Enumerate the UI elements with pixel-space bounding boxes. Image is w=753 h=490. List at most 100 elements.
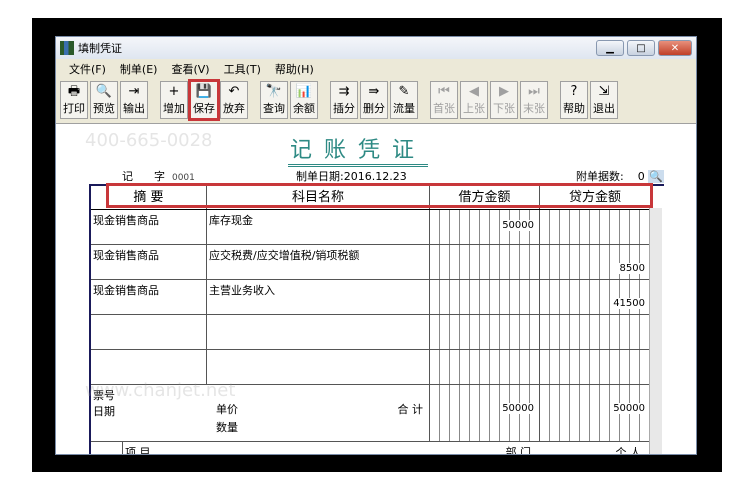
date-label: 制单日期: (296, 170, 344, 183)
credit-cell[interactable] (540, 315, 651, 349)
account-cell[interactable]: 主营业务收入 (207, 280, 430, 314)
menu-view[interactable]: 查看(V) (164, 61, 216, 79)
table-row[interactable] (91, 350, 651, 385)
toolbar-button-4[interactable]: 💾 保存 (188, 79, 220, 121)
toolbar-label: 放弃 (223, 102, 245, 115)
credit-cell[interactable]: 41500 (540, 280, 651, 314)
table-row[interactable]: 现金销售商品 库存现金 50000 (91, 210, 651, 245)
app-icon (60, 41, 74, 55)
toolbar-button-5[interactable]: ↶ 放弃 (220, 81, 248, 119)
toolbar-icon: 📊 (295, 84, 313, 99)
debit-cell[interactable] (430, 350, 540, 384)
table-row[interactable]: 现金销售商品 主营业务收入 41500 (91, 280, 651, 315)
minimize-button[interactable]: ▁ (596, 40, 624, 56)
toolbar-button-11[interactable]: ⏮ 首张 (430, 81, 458, 119)
toolbar-label: 打印 (63, 102, 85, 115)
menu-file[interactable]: 文件(F) (62, 61, 113, 79)
toolbar-icon: ✎ (398, 84, 410, 99)
toolbar-label: 保存 (193, 102, 215, 115)
toolbar-button-12[interactable]: ◀ 上张 (460, 81, 488, 119)
toolbar-label: 删分 (363, 102, 385, 115)
toolbar-icon: ? (570, 84, 578, 99)
toolbar-icon: 🔭 (265, 84, 283, 99)
toolbar-icon: 🖶 (67, 84, 81, 99)
toolbar-button-15[interactable]: ? 帮助 (560, 81, 588, 119)
toolbar-button-13[interactable]: ▶ 下张 (490, 81, 518, 119)
toolbar-button-16[interactable]: ⇲ 退出 (590, 81, 618, 119)
toolbar-icon: 🔍 (95, 84, 113, 99)
summary-cell[interactable]: 现金销售商品 (91, 210, 207, 244)
date-value[interactable]: 2016.12.23 (344, 170, 407, 183)
toolbar-label: 预览 (93, 102, 115, 115)
toolbar-button-3[interactable]: + 增加 (160, 81, 188, 119)
search-icon[interactable]: 🔍 (648, 170, 664, 183)
toolbar-icon: ◀ (469, 84, 479, 99)
menu-tools[interactable]: 工具(T) (217, 61, 268, 79)
aux-row: 项 目 部 门 个 人 (91, 442, 651, 455)
attach-label: 附单据数: (576, 170, 624, 183)
toolbar-icon: ⏮ (438, 84, 450, 99)
toolbar-button-6[interactable]: 🔭 查询 (260, 81, 288, 119)
account-cell[interactable]: 库存现金 (207, 210, 430, 244)
credit-amount: 8500 (618, 263, 646, 274)
close-button[interactable]: ✕ (658, 40, 692, 56)
toolbar: 🖶 打印 🔍 预览 ⇥ 输出 + 增加 💾 保存 ↶ 放弃 🔭 查询 📊 余额 ⇉ 插分 ⇛ 删分 ✎ 流量 ⏮ 首张 ◀ 上张 ▶… (60, 79, 618, 121)
debit-cell[interactable] (430, 315, 540, 349)
table-row[interactable]: 现金销售商品 应交税费/应交增值税/销项税额 8500 (91, 245, 651, 280)
footer-row: 票号 日期 单价 数量 合 计 50000 50000 (91, 385, 651, 442)
debit-cell[interactable]: 50000 (430, 210, 540, 244)
toolbar-label: 上张 (463, 102, 485, 115)
toolbar-label: 下张 (493, 102, 515, 115)
toolbar-label: 帮助 (563, 102, 585, 115)
project-label: 项 目 (125, 446, 151, 455)
table-row[interactable] (91, 315, 651, 350)
toolbar-button-7[interactable]: 📊 余额 (290, 81, 318, 119)
summary-cell[interactable]: 现金销售商品 (91, 245, 207, 279)
toolbar-button-1[interactable]: 🔍 预览 (90, 81, 118, 119)
account-cell[interactable] (207, 350, 430, 384)
toolbar-button-8[interactable]: ⇉ 插分 (330, 81, 358, 119)
toolbar-label: 流量 (393, 102, 415, 115)
voucher-type-value: 记 (122, 170, 133, 183)
credit-cell[interactable] (540, 210, 651, 244)
toolbar-button-9[interactable]: ⇛ 删分 (360, 81, 388, 119)
voucher-type[interactable]: 记 字 0001 (122, 168, 195, 184)
voucher-title: 记账凭证 (288, 132, 429, 167)
menu-help[interactable]: 帮助(H) (268, 61, 321, 79)
toolbar-icon: ⇥ (128, 84, 140, 99)
toolbar-button-14[interactable]: ⏭ 末张 (520, 81, 548, 119)
debit-total: 50000 (501, 403, 535, 414)
toolbar-button-10[interactable]: ✎ 流量 (390, 81, 418, 119)
qty-label: 数量 (216, 421, 238, 434)
menu-edit[interactable]: 制单(E) (113, 61, 165, 79)
account-cell[interactable] (207, 315, 430, 349)
toolbar-icon: + (168, 84, 180, 99)
summary-cell[interactable]: 现金销售商品 (91, 280, 207, 314)
credit-cell[interactable] (540, 350, 651, 384)
date-field-label: 日期 (93, 405, 115, 418)
toolbar-label: 末张 (523, 102, 545, 115)
toolbar-label: 输出 (123, 102, 145, 115)
voucher-table: 摘 要 科目名称 借方金额 贷方金额 现金销售商品 库存现金 50000 现金销… (89, 184, 664, 455)
toolbar-label: 余额 (293, 102, 315, 115)
credit-cell[interactable]: 8500 (540, 245, 651, 279)
debit-cell[interactable] (430, 280, 540, 314)
account-cell[interactable]: 应交税费/应交增值税/销项税额 (207, 245, 430, 279)
window-title: 填制凭证 (78, 42, 122, 55)
person-label: 个 人 (615, 446, 642, 455)
debit-cell[interactable] (430, 245, 540, 279)
toolbar-icon: ⇲ (598, 84, 610, 99)
toolbar-icon: ⏭ (528, 84, 540, 99)
debit-amount: 50000 (501, 220, 535, 231)
toolbar-button-2[interactable]: ⇥ 输出 (120, 81, 148, 119)
maximize-button[interactable]: □ (627, 40, 655, 56)
summary-cell[interactable] (91, 315, 207, 349)
attach-count[interactable]: 0 (638, 170, 645, 183)
toolbar-button-0[interactable]: 🖶 打印 (60, 81, 88, 119)
voucher-type-label: 字 (153, 170, 165, 183)
toolbar-icon: 💾 (195, 84, 213, 99)
toolbar-icon: ▶ (499, 84, 509, 99)
voucher-number[interactable]: 0001 (172, 173, 195, 183)
vertical-scrollbar[interactable] (649, 208, 662, 454)
summary-cell[interactable] (91, 350, 207, 384)
